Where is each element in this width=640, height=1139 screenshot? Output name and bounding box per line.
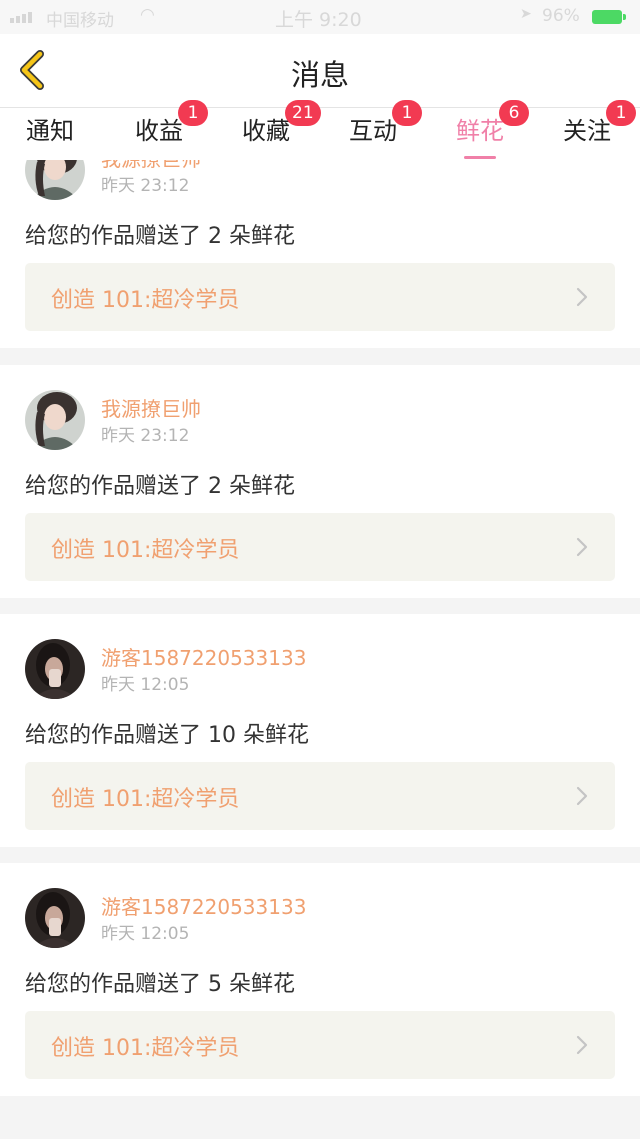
tab-label: 鲜花 (456, 117, 504, 145)
work-title: 创造 101:超冷学员 (51, 288, 240, 313)
chevron-right-icon (576, 287, 588, 307)
tab-badge: 1 (178, 100, 208, 126)
work-link[interactable]: 创造 101:超冷学员 (25, 263, 615, 331)
tab-favorites[interactable]: 收藏 21 (221, 100, 321, 160)
message-list[interactable]: 我源撩巨帅 昨天 23:12 给您的作品赠送了 2 朵鲜花 创造 101:超冷学… (0, 160, 640, 1139)
tab-flowers[interactable]: 鲜花 6 (435, 100, 529, 160)
message-text: 给您的作品赠送了 10 朵鲜花 (25, 723, 309, 748)
list-item: 我源撩巨帅 昨天 23:12 给您的作品赠送了 2 朵鲜花 创造 101:超冷学… (0, 160, 640, 348)
sender-name[interactable]: 我源撩巨帅 (101, 393, 201, 422)
wifi-icon: ◠ (140, 5, 155, 25)
active-tab-indicator (464, 156, 496, 159)
tab-follows[interactable]: 关注 1 (542, 100, 636, 160)
signal-icon (10, 12, 32, 23)
work-link[interactable]: 创造 101:超冷学员 (25, 513, 615, 581)
work-link[interactable]: 创造 101:超冷学员 (25, 762, 615, 830)
tab-notifications[interactable]: 通知 (5, 114, 95, 160)
tab-badge: 6 (499, 100, 529, 126)
work-link[interactable]: 创造 101:超冷学员 (25, 1011, 615, 1079)
work-title: 创造 101:超冷学员 (51, 1036, 240, 1061)
list-item: 游客1587220533133 昨天 12:05 给您的作品赠送了 10 朵鲜花… (0, 614, 640, 847)
tab-label: 互动 (349, 117, 397, 145)
tab-badge: 1 (606, 100, 636, 126)
message-text: 给您的作品赠送了 2 朵鲜花 (25, 224, 295, 249)
tab-label: 关注 (563, 117, 611, 145)
message-text: 给您的作品赠送了 2 朵鲜花 (25, 474, 295, 499)
battery-percent: 96% (542, 6, 580, 26)
tab-bar: 通知 收益 1 收藏 21 互动 1 鲜花 6 关注 1 (0, 100, 640, 160)
work-title: 创造 101:超冷学员 (51, 538, 240, 563)
message-time: 昨天 23:12 (101, 426, 190, 446)
work-title: 创造 101:超冷学员 (51, 787, 240, 812)
tab-badge: 21 (285, 100, 321, 126)
list-item: 游客1587220533133 昨天 12:05 给您的作品赠送了 5 朵鲜花 … (0, 863, 640, 1096)
status-bar: 中国移动 ◠ 上午 9:20 ➤ 96% (0, 0, 640, 34)
message-time: 昨天 12:05 (101, 924, 190, 944)
chevron-right-icon (576, 786, 588, 806)
nav-header: 消息 (0, 34, 640, 108)
tab-label: 收藏 (242, 117, 290, 145)
tab-interactions[interactable]: 互动 1 (328, 100, 422, 160)
tab-label: 通知 (26, 117, 74, 145)
page-title: 消息 (290, 58, 349, 92)
message-text: 给您的作品赠送了 5 朵鲜花 (25, 972, 295, 997)
avatar[interactable] (25, 639, 85, 699)
tab-earnings[interactable]: 收益 1 (114, 100, 208, 160)
avatar[interactable] (25, 160, 85, 200)
message-time: 昨天 23:12 (101, 176, 190, 196)
chevron-right-icon (576, 1035, 588, 1055)
battery-charging-icon (592, 10, 626, 24)
tab-badge: 1 (392, 100, 422, 126)
list-item: 我源撩巨帅 昨天 23:12 给您的作品赠送了 2 朵鲜花 创造 101:超冷学… (0, 365, 640, 598)
carrier-name: 中国移动 (46, 11, 114, 31)
avatar[interactable] (25, 888, 85, 948)
chevron-right-icon (576, 537, 588, 557)
tab-label: 收益 (135, 117, 183, 145)
message-time: 昨天 12:05 (101, 675, 190, 695)
status-time: 上午 9:20 (275, 9, 362, 31)
sender-name[interactable]: 游客1587220533133 (101, 891, 306, 920)
sender-name[interactable]: 游客1587220533133 (101, 642, 306, 671)
location-arrow-icon: ➤ (520, 6, 532, 22)
avatar[interactable] (25, 390, 85, 450)
